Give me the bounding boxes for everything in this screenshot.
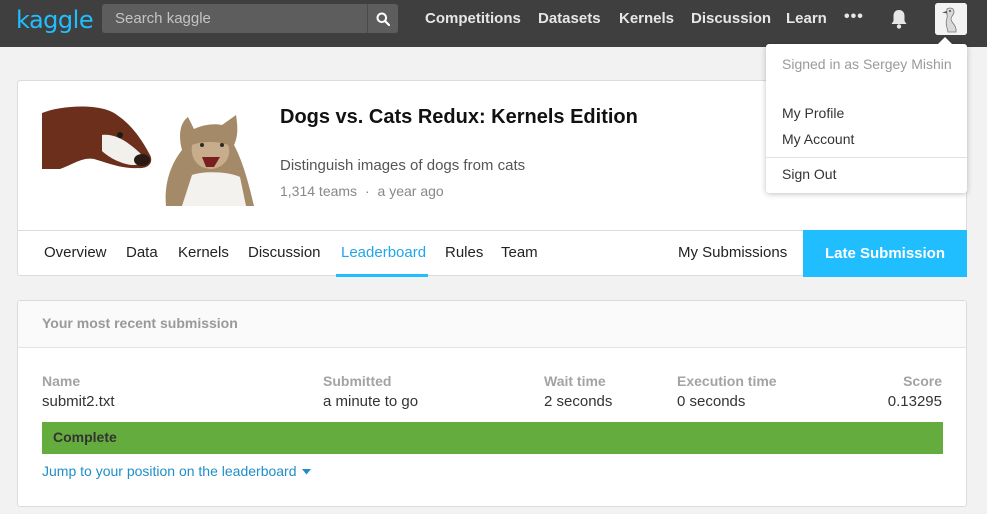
tab-team[interactable]: Team [501,244,538,261]
wait-time-value: 2 seconds [544,393,613,410]
my-submissions-link[interactable]: My Submissions [678,244,787,261]
top-navbar: kaggle Search kaggle Competitions Datase… [0,0,987,47]
dropdown-caret [938,37,952,44]
menu-item-my-account[interactable]: My Account [782,131,854,147]
search-icon [376,12,390,26]
search-box[interactable]: Search kaggle [102,4,398,33]
tab-data[interactable]: Data [126,244,158,261]
wait-time-label: Wait time [544,373,606,389]
submitted-value: a minute to go [323,393,419,410]
tab-overview[interactable]: Overview [44,244,107,261]
dog-and-cat-banner-image [42,105,254,206]
recent-submission-card: Your most recent submission Name submit2… [17,300,967,507]
competition-age: a year ago [377,183,444,199]
more-menu-icon[interactable]: ••• [844,8,864,26]
competition-tabs: Overview Data Kernels Discussion Leaderb… [18,230,967,277]
nav-learn[interactable]: Learn [786,10,827,27]
tab-discussion[interactable]: Discussion [248,244,321,261]
competition-title: Dogs vs. Cats Redux: Kernels Edition [280,106,638,128]
menu-item-my-profile[interactable]: My Profile [782,105,844,121]
user-avatar[interactable] [935,3,967,35]
tab-rules[interactable]: Rules [445,244,483,261]
chevron-down-icon [302,469,312,475]
nav-kernels[interactable]: Kernels [619,10,674,27]
jump-to-leaderboard-link[interactable]: Jump to your position on the leaderboard [42,463,312,479]
menu-item-sign-out[interactable]: Sign Out [782,166,836,182]
nav-discussion[interactable]: Discussion [691,10,771,27]
competition-meta: 1,314 teams · a year ago [280,183,444,199]
nav-datasets[interactable]: Datasets [538,10,601,27]
tab-kernels[interactable]: Kernels [178,244,229,261]
score-value: 0.13295 [887,393,942,410]
submission-card-header: Your most recent submission [18,301,966,348]
meta-separator: · [364,183,370,199]
submitted-label: Submitted [323,373,392,389]
submission-heading: Your most recent submission [42,315,238,331]
execution-time-value: 0 seconds [677,393,746,410]
notifications-bell-icon[interactable] [889,8,909,30]
competition-subtitle: Distinguish images of dogs from cats [280,157,526,174]
name-label: Name [42,373,81,389]
status-label: Complete [53,429,117,445]
jump-link-text[interactable]: Jump to your position on the leaderboard [42,463,297,479]
nav-competitions[interactable]: Competitions [425,10,521,27]
goose-avatar-icon [935,3,967,35]
kaggle-logo[interactable]: kaggle [16,6,94,34]
search-input[interactable]: Search kaggle [115,10,211,27]
score-label: Score [903,373,942,389]
menu-divider [766,157,967,158]
late-submission-button[interactable]: Late Submission [803,230,967,277]
tab-leaderboard[interactable]: Leaderboard [341,244,426,261]
submission-status-bar: Complete [42,422,943,454]
search-button[interactable] [367,4,398,33]
active-tab-indicator [336,274,428,277]
signed-in-label: Signed in as Sergey Mishin [782,56,952,72]
teams-count: 1,314 teams [280,183,358,199]
execution-time-label: Execution time [677,373,777,389]
account-dropdown-menu: Signed in as Sergey Mishin My Profile My… [766,37,967,193]
name-value: submit2.txt [42,393,115,410]
